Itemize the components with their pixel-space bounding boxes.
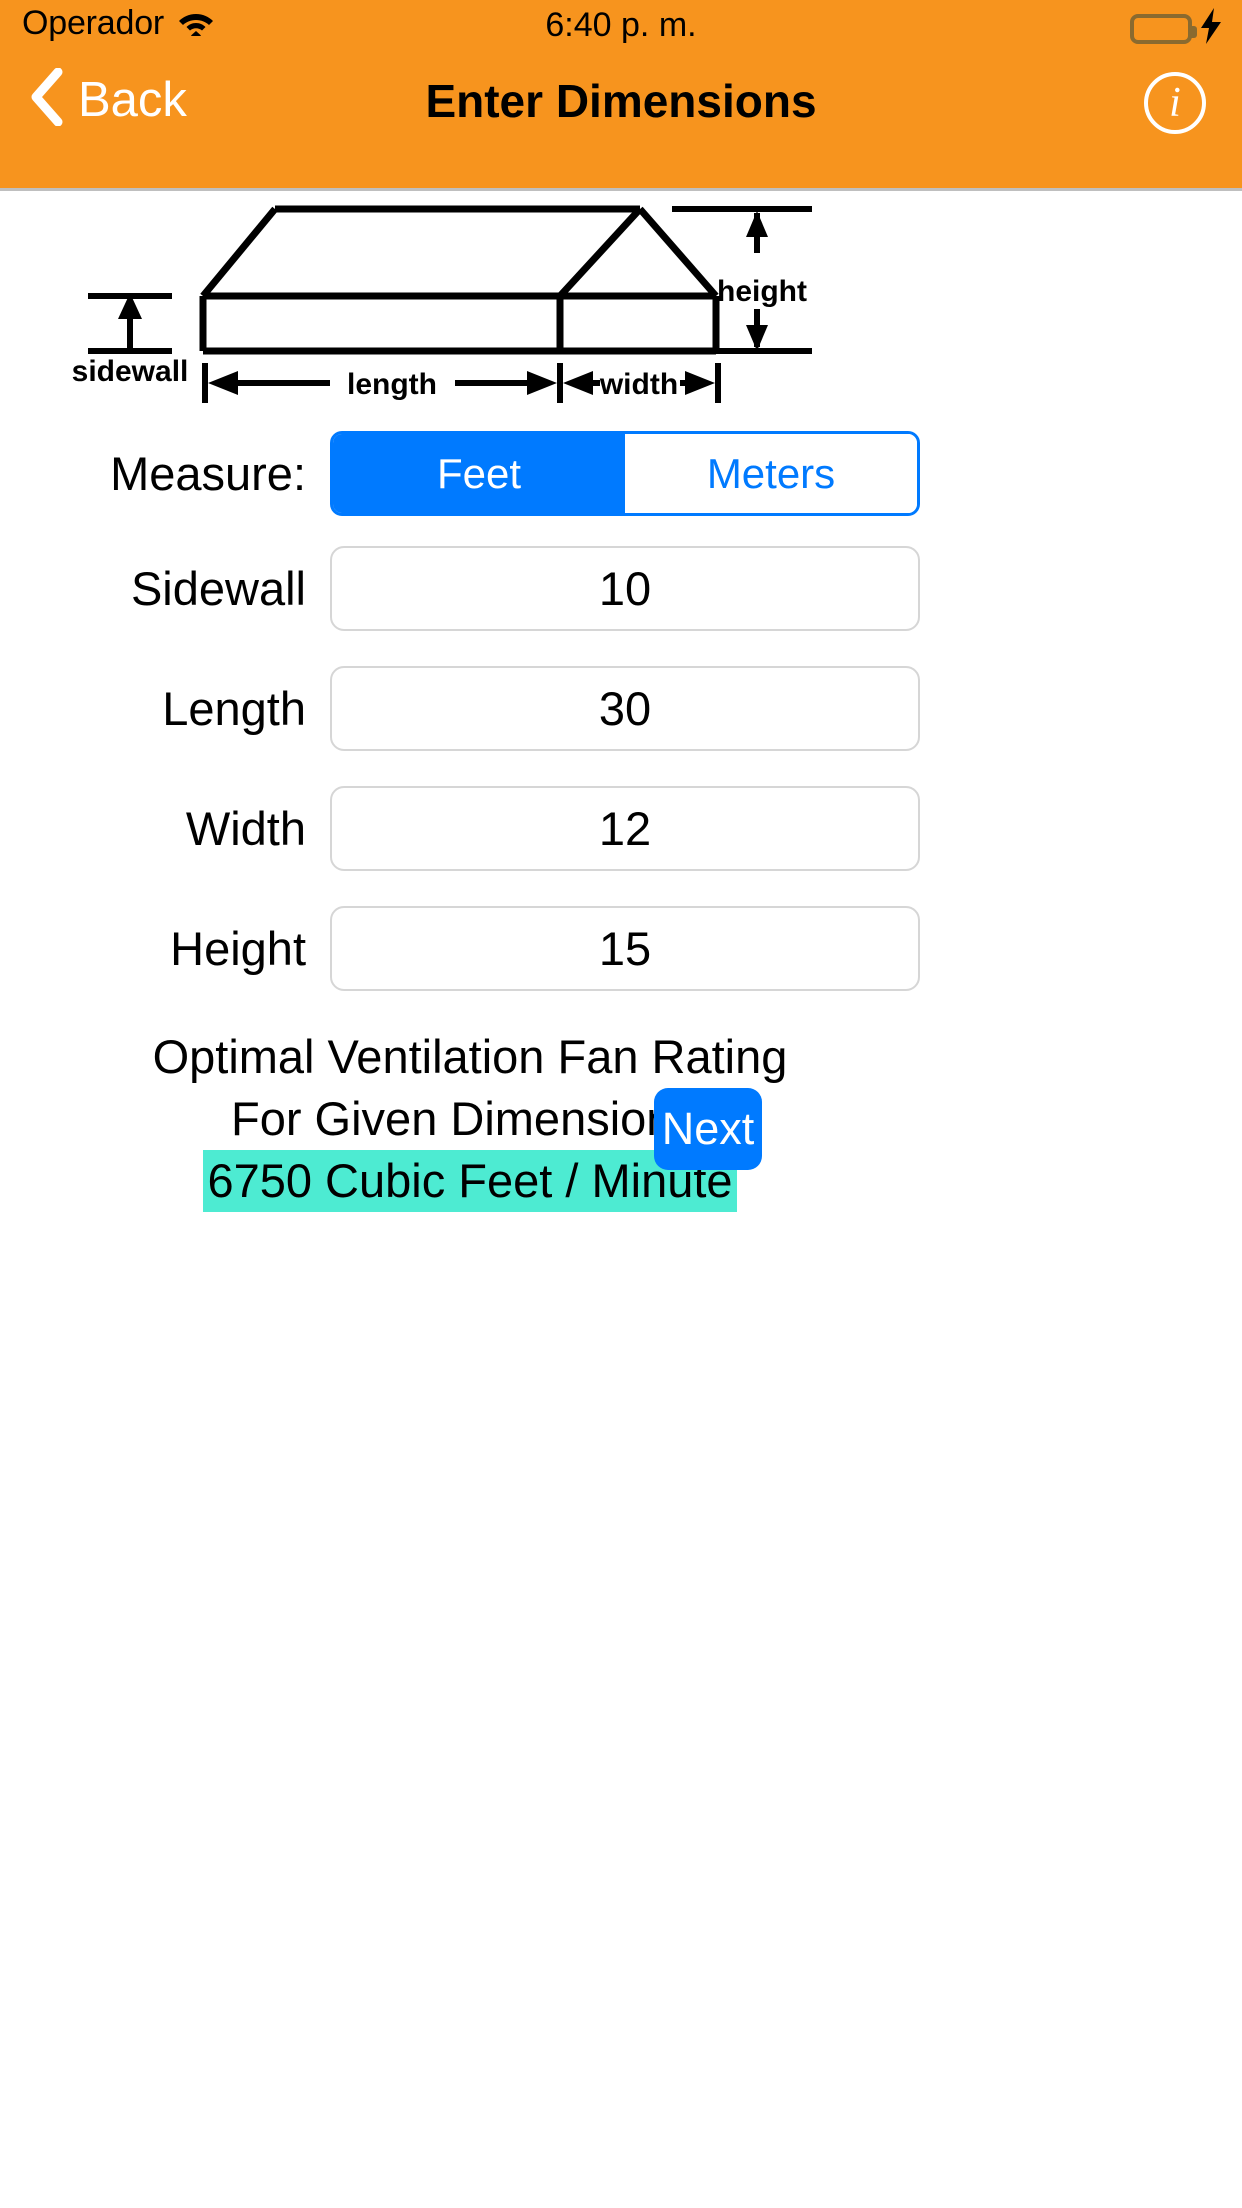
height-input[interactable]: 15 [330,906,920,991]
status-bar-right [1130,8,1224,49]
navigation-bar: Back Enter Dimensions i [0,58,1242,183]
width-label: Width [185,802,306,855]
lightning-bolt-icon [1198,8,1224,49]
width-input[interactable]: 12 [330,786,920,871]
height-row: Height 15 [0,906,1242,991]
page-title: Enter Dimensions [425,75,817,127]
measure-label: Measure: [110,447,306,500]
length-input[interactable]: 30 [330,666,920,751]
width-row: Width 12 [0,786,1242,871]
result-area: Optimal Ventilation Fan Rating For Given… [0,1026,1242,1216]
sidewall-row: Sidewall 10 [0,546,1242,631]
segment-meters[interactable]: Meters [625,434,917,513]
diagram-label-height: height [717,275,807,308]
info-icon-letter: i [1169,80,1181,126]
diagram-label-sidewall: sidewall [72,355,189,388]
battery-full-icon [1130,13,1197,44]
info-circle-icon[interactable]: i [1144,72,1206,134]
length-label: Length [162,682,306,735]
app-header: Operador 6:40 p. m. Back Enter Dimension… [0,0,1242,188]
status-bar-time: 6:40 p. m. [545,6,697,44]
building-dimensions-diagram: sidewall height length width [0,191,1242,431]
diagram-label-length: length [347,368,437,401]
next-button[interactable]: Next [654,1088,762,1170]
measure-row: Measure: Feet Meters [0,431,1242,516]
dimensions-form: Measure: Feet Meters Sidewall 10 Length … [0,431,1242,1216]
sidewall-input[interactable]: 10 [330,546,920,631]
segment-feet[interactable]: Feet [333,434,625,513]
status-bar: Operador 6:40 p. m. [0,0,1242,58]
length-row: Length 30 [0,666,1242,751]
height-label: Height [170,922,306,975]
sidewall-label: Sidewall [130,562,306,615]
result-line-1: Optimal Ventilation Fan Rating [152,1030,788,1083]
diagram-label-width: width [599,368,678,401]
measure-segmented-control[interactable]: Feet Meters [330,431,920,516]
